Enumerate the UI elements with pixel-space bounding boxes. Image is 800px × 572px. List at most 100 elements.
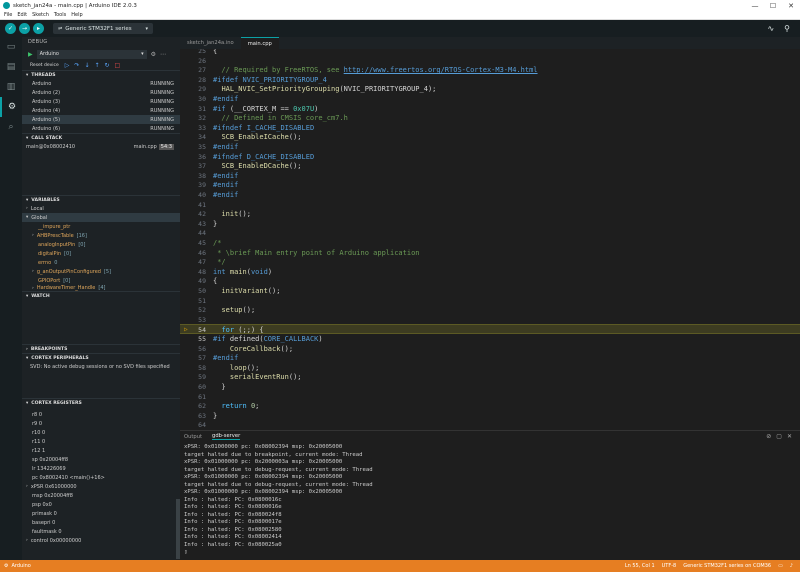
code-line[interactable]: 42 init(); <box>180 209 800 219</box>
code-line[interactable]: 26 <box>180 56 800 66</box>
line-number[interactable]: 36 <box>180 152 206 162</box>
search-icon[interactable]: ⌕ <box>0 117 22 137</box>
code-line[interactable]: 44 <box>180 228 800 238</box>
thread-row[interactable]: Arduino (3) RUNNING <box>22 97 180 106</box>
menu-sketch[interactable]: Sketch <box>32 12 49 18</box>
register-row[interactable]: r11 0 <box>22 437 180 446</box>
code-line[interactable]: 51 <box>180 296 800 306</box>
bell-icon[interactable]: ♪ <box>790 563 793 569</box>
start-debug-icon[interactable]: ▶ <box>28 51 33 58</box>
upload-button[interactable]: → <box>19 23 30 34</box>
close-button[interactable]: ✕ <box>782 2 800 10</box>
code-editor[interactable]: 25{26 27 // Required by FreeRTOS, see htt… <box>180 49 800 429</box>
board-selector[interactable]: ⇌ Generic STM32F1 series ▾ <box>53 23 153 34</box>
code-line[interactable]: 34 SCB_EnableICache(); <box>180 132 800 142</box>
step-over-icon[interactable]: ↷ <box>74 62 79 69</box>
threads-header[interactable]: ▾ THREADS <box>22 70 180 79</box>
code-line[interactable]: 38 #endif <box>180 171 800 181</box>
line-number[interactable]: 57 <box>180 353 206 363</box>
line-number[interactable]: 30 <box>180 94 206 104</box>
code-line[interactable]: 54 ▷ for (;;) { <box>180 324 800 335</box>
line-number[interactable]: 33 <box>180 123 206 133</box>
line-number[interactable]: 27 <box>180 65 206 75</box>
line-number[interactable]: 35 <box>180 142 206 152</box>
register-row[interactable]: sp 0x20004ff8 <box>22 455 180 464</box>
maximize-panel-icon[interactable]: ▢ <box>776 433 782 440</box>
gear-icon[interactable]: ⚙ <box>151 51 156 58</box>
code-line[interactable]: 52 setup(); <box>180 305 800 315</box>
menu-help[interactable]: Help <box>71 12 82 18</box>
line-number[interactable]: 29 <box>180 84 206 94</box>
line-number[interactable]: 46 <box>180 248 206 258</box>
code-line[interactable]: 49 { <box>180 276 800 286</box>
variable-row[interactable]: digitalPin [0] <box>22 249 180 258</box>
code-line[interactable]: 46 * \brief Main entry point of Arduino … <box>180 248 800 258</box>
tab-gdb-server[interactable]: gdb-server <box>212 433 241 440</box>
variable-row[interactable]: analogInputPin [0] <box>22 240 180 249</box>
restart-icon[interactable]: ↻ <box>105 62 110 69</box>
code-line[interactable]: 39 #endif <box>180 180 800 190</box>
thread-row[interactable]: Arduino (6) RUNNING <box>22 124 180 133</box>
thread-row[interactable]: Arduino RUNNING <box>22 79 180 88</box>
code-line[interactable]: 40 #endif <box>180 190 800 200</box>
code-line[interactable]: 31 #if (__CORTEX_M == 0x07U) <box>180 104 800 114</box>
close-panel-icon[interactable]: ✕ <box>787 433 792 440</box>
variables-global[interactable]: ▾ Global <box>22 213 180 222</box>
code-line[interactable]: 56 CoreCallback(); <box>180 344 800 354</box>
variables-local[interactable]: › Local <box>22 204 180 213</box>
line-number[interactable]: 41 <box>180 200 206 210</box>
line-number[interactable]: 61 <box>180 392 206 402</box>
minimize-button[interactable]: — <box>746 2 764 10</box>
line-number[interactable]: 50 <box>180 286 206 296</box>
step-out-icon[interactable]: ↑ <box>94 62 99 69</box>
code-line[interactable]: 30 #endif <box>180 94 800 104</box>
line-number[interactable]: 38 <box>180 171 206 181</box>
code-line[interactable]: 53 <box>180 315 800 325</box>
continue-icon[interactable]: ▷ <box>65 62 70 69</box>
callstack-frame[interactable]: main@0x08002410 main.cpp 54:3 <box>22 142 180 151</box>
line-number[interactable]: 26 <box>180 56 206 66</box>
variables-header[interactable]: ▾ VARIABLES <box>22 195 180 204</box>
register-row[interactable]: faultmask 0 <box>22 527 180 536</box>
code-line[interactable]: 32 // Defined in CMSIS core_cm7.h <box>180 113 800 123</box>
register-row[interactable]: basepri 0 <box>22 518 180 527</box>
more-icon[interactable]: ⋯ <box>160 51 166 58</box>
code-line[interactable]: 59 serialEventRun(); <box>180 372 800 382</box>
register-row[interactable]: r9 0 <box>22 419 180 428</box>
code-line[interactable]: 61 <box>180 392 800 402</box>
debug-config-select[interactable]: Arduino ▾ <box>36 49 147 59</box>
clear-output-icon[interactable]: ⊘ <box>766 433 771 440</box>
tab-main-cpp[interactable]: main.cpp <box>240 37 279 49</box>
stop-icon[interactable]: □ <box>115 62 121 69</box>
code-line[interactable]: 28 #ifdef NVIC_PRIORITYGROUP_4 <box>180 75 800 85</box>
code-line[interactable]: 63} <box>180 411 800 421</box>
tab-output[interactable]: Output <box>184 434 202 440</box>
code-line[interactable]: 50 initVariant(); <box>180 286 800 296</box>
code-line[interactable]: 27 // Required by FreeRTOS, see http://w… <box>180 65 800 75</box>
plotter-icon[interactable]: ∿ <box>767 24 774 33</box>
line-number[interactable]: 55 <box>180 334 206 344</box>
line-number[interactable]: 52 <box>180 305 206 315</box>
line-number[interactable]: 47 <box>180 257 206 267</box>
register-row[interactable]: pc 0x8002410 <main()+16> <box>22 473 180 482</box>
peripherals-header[interactable]: ▾ CORTEX PERIPHERALS <box>22 353 180 362</box>
register-row[interactable]: msp 0x20004ff8 <box>22 491 180 500</box>
library-icon[interactable]: ▥ <box>0 77 22 97</box>
line-number[interactable]: 44 <box>180 228 206 238</box>
register-row[interactable]: › control 0x00000000 <box>22 536 180 545</box>
encoding[interactable]: UTF-8 <box>662 563 677 569</box>
code-line[interactable]: 35 #endif <box>180 142 800 152</box>
code-line[interactable]: 37 SCB_EnableDCache(); <box>180 161 800 171</box>
variable-row[interactable]: __impure_ptr <box>22 222 180 231</box>
code-line[interactable]: 33 #ifndef I_CACHE_DISABLED <box>180 123 800 133</box>
code-line[interactable]: 45 /* <box>180 238 800 248</box>
line-number[interactable]: 60 <box>180 382 206 392</box>
callstack-header[interactable]: ▾ CALL STACK <box>22 133 180 142</box>
line-number[interactable]: 42 <box>180 209 206 219</box>
line-number[interactable]: 37 <box>180 161 206 171</box>
line-number[interactable]: 51 <box>180 296 206 306</box>
line-number[interactable]: 28 <box>180 75 206 85</box>
monitor-icon[interactable]: ⚲ <box>784 24 790 33</box>
code-line[interactable]: 29 HAL_NVIC_SetPriorityGrouping(NVIC_PRI… <box>180 84 800 94</box>
line-number[interactable]: 32 <box>180 113 206 123</box>
